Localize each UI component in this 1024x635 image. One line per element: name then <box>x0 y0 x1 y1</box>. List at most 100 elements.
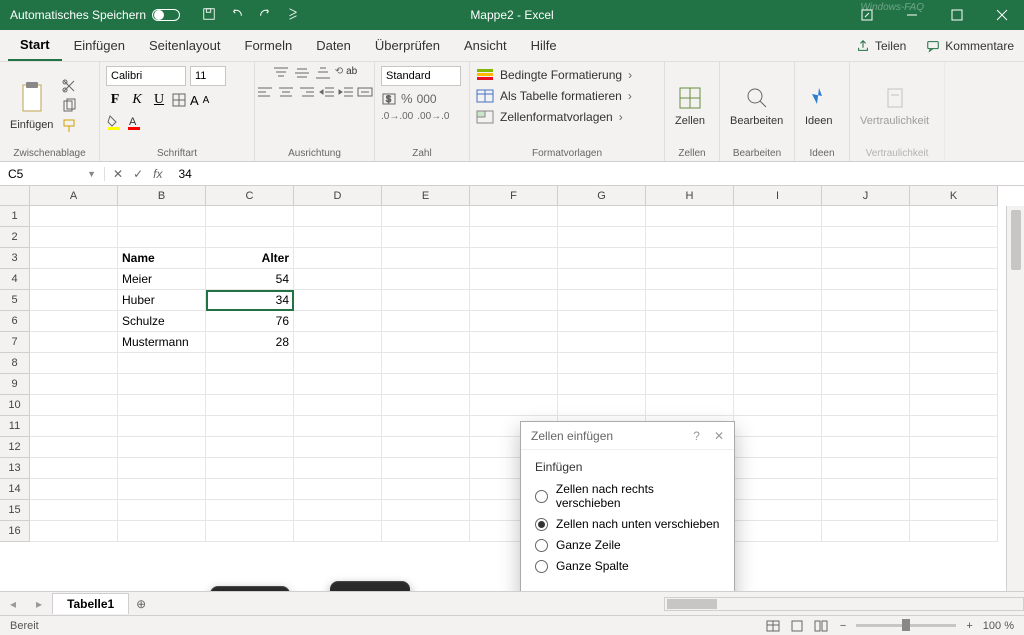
zoom-in-icon[interactable]: + <box>966 620 972 632</box>
cell-F1[interactable] <box>470 206 558 227</box>
cell-H4[interactable] <box>646 269 734 290</box>
paste-button[interactable]: Einfügen <box>6 81 57 131</box>
decrease-decimal-icon[interactable]: .00→.0 <box>417 111 449 122</box>
cell-A7[interactable] <box>30 332 118 353</box>
column-header[interactable]: F <box>470 186 558 206</box>
font-color-icon[interactable]: A <box>126 114 142 130</box>
column-header[interactable]: H <box>646 186 734 206</box>
cell-I4[interactable] <box>734 269 822 290</box>
bold-button[interactable]: F <box>106 92 124 108</box>
cell-I10[interactable] <box>734 395 822 416</box>
cell-F2[interactable] <box>470 227 558 248</box>
row-header[interactable]: 14 <box>0 479 30 500</box>
cell-H10[interactable] <box>646 395 734 416</box>
cell-E5[interactable] <box>382 290 470 311</box>
cell-J8[interactable] <box>822 353 910 374</box>
align-top-icon[interactable] <box>272 66 290 80</box>
tab-start[interactable]: Start <box>8 30 62 61</box>
select-all-corner[interactable] <box>0 186 30 206</box>
share-button[interactable]: Teilen <box>846 39 916 53</box>
radio-shift-down[interactable]: Zellen nach unten verschieben <box>535 517 720 531</box>
column-header[interactable]: D <box>294 186 382 206</box>
cell-E10[interactable] <box>382 395 470 416</box>
cell-D8[interactable] <box>294 353 382 374</box>
align-center-icon[interactable] <box>277 85 295 99</box>
merge-center-icon[interactable] <box>357 85 373 99</box>
cell-J10[interactable] <box>822 395 910 416</box>
decrease-indent-icon[interactable] <box>319 85 335 99</box>
save-icon[interactable] <box>202 7 216 24</box>
cell-D14[interactable] <box>294 479 382 500</box>
autosave-toggle[interactable]: Automatisches Speichern <box>0 8 190 22</box>
column-header[interactable]: I <box>734 186 822 206</box>
cell-B13[interactable] <box>118 458 206 479</box>
cell-I16[interactable] <box>734 521 822 542</box>
cell-D13[interactable] <box>294 458 382 479</box>
row-header[interactable]: 10 <box>0 395 30 416</box>
cell-F8[interactable] <box>470 353 558 374</box>
cell-D3[interactable] <box>294 248 382 269</box>
cell-A8[interactable] <box>30 353 118 374</box>
cell-I13[interactable] <box>734 458 822 479</box>
ribbon-display-options-icon[interactable] <box>844 0 889 30</box>
cell-D12[interactable] <box>294 437 382 458</box>
cell-C1[interactable] <box>206 206 294 227</box>
cell-I5[interactable] <box>734 290 822 311</box>
cell-K13[interactable] <box>910 458 998 479</box>
cell-K8[interactable] <box>910 353 998 374</box>
cell-C3[interactable]: Alter <box>206 248 294 269</box>
confirm-formula-icon[interactable]: ✓ <box>133 167 143 181</box>
cell-I9[interactable] <box>734 374 822 395</box>
cell-D4[interactable] <box>294 269 382 290</box>
cell-D15[interactable] <box>294 500 382 521</box>
percent-format-icon[interactable]: % <box>401 91 413 106</box>
cell-I8[interactable] <box>734 353 822 374</box>
cell-B15[interactable] <box>118 500 206 521</box>
cell-E6[interactable] <box>382 311 470 332</box>
tab-einfuegen[interactable]: Einfügen <box>62 30 137 61</box>
wrap-text-icon[interactable]: ab <box>346 66 357 80</box>
cell-A10[interactable] <box>30 395 118 416</box>
cell-G7[interactable] <box>558 332 646 353</box>
tab-ueberpruefen[interactable]: Überprüfen <box>363 30 452 61</box>
row-header[interactable]: 3 <box>0 248 30 269</box>
cell-B14[interactable] <box>118 479 206 500</box>
cell-G6[interactable] <box>558 311 646 332</box>
cell-B10[interactable] <box>118 395 206 416</box>
page-break-view-icon[interactable] <box>810 618 832 634</box>
cell-B9[interactable] <box>118 374 206 395</box>
name-box[interactable]: C5▼ <box>0 167 105 181</box>
cell-H1[interactable] <box>646 206 734 227</box>
comma-format-icon[interactable]: 000 <box>417 92 437 106</box>
cell-C13[interactable] <box>206 458 294 479</box>
cell-A12[interactable] <box>30 437 118 458</box>
font-shrink-icon[interactable]: A <box>203 95 210 106</box>
cell-K7[interactable] <box>910 332 998 353</box>
cell-D7[interactable] <box>294 332 382 353</box>
cell-C2[interactable] <box>206 227 294 248</box>
align-middle-icon[interactable] <box>293 66 311 80</box>
cell-J15[interactable] <box>822 500 910 521</box>
cell-C6[interactable]: 76 <box>206 311 294 332</box>
cell-D6[interactable] <box>294 311 382 332</box>
cell-E7[interactable] <box>382 332 470 353</box>
cell-G3[interactable] <box>558 248 646 269</box>
minimize-icon[interactable] <box>889 0 934 30</box>
increase-decimal-icon[interactable]: .0→.00 <box>381 111 413 122</box>
column-header[interactable]: K <box>910 186 998 206</box>
cell-A15[interactable] <box>30 500 118 521</box>
cell-C5[interactable]: 34 <box>206 290 294 311</box>
cell-G5[interactable] <box>558 290 646 311</box>
conditional-format-button[interactable]: Bedingte Formatierung› <box>476 66 632 84</box>
tab-formeln[interactable]: Formeln <box>233 30 305 61</box>
cell-J3[interactable] <box>822 248 910 269</box>
cell-J1[interactable] <box>822 206 910 227</box>
cells-button[interactable]: Zellen <box>671 85 709 127</box>
align-right-icon[interactable] <box>298 85 316 99</box>
cell-C14[interactable] <box>206 479 294 500</box>
borders-icon[interactable] <box>172 93 186 107</box>
cell-H6[interactable] <box>646 311 734 332</box>
cell-J14[interactable] <box>822 479 910 500</box>
row-header[interactable]: 4 <box>0 269 30 290</box>
font-name-combo[interactable]: Calibri <box>106 66 186 86</box>
